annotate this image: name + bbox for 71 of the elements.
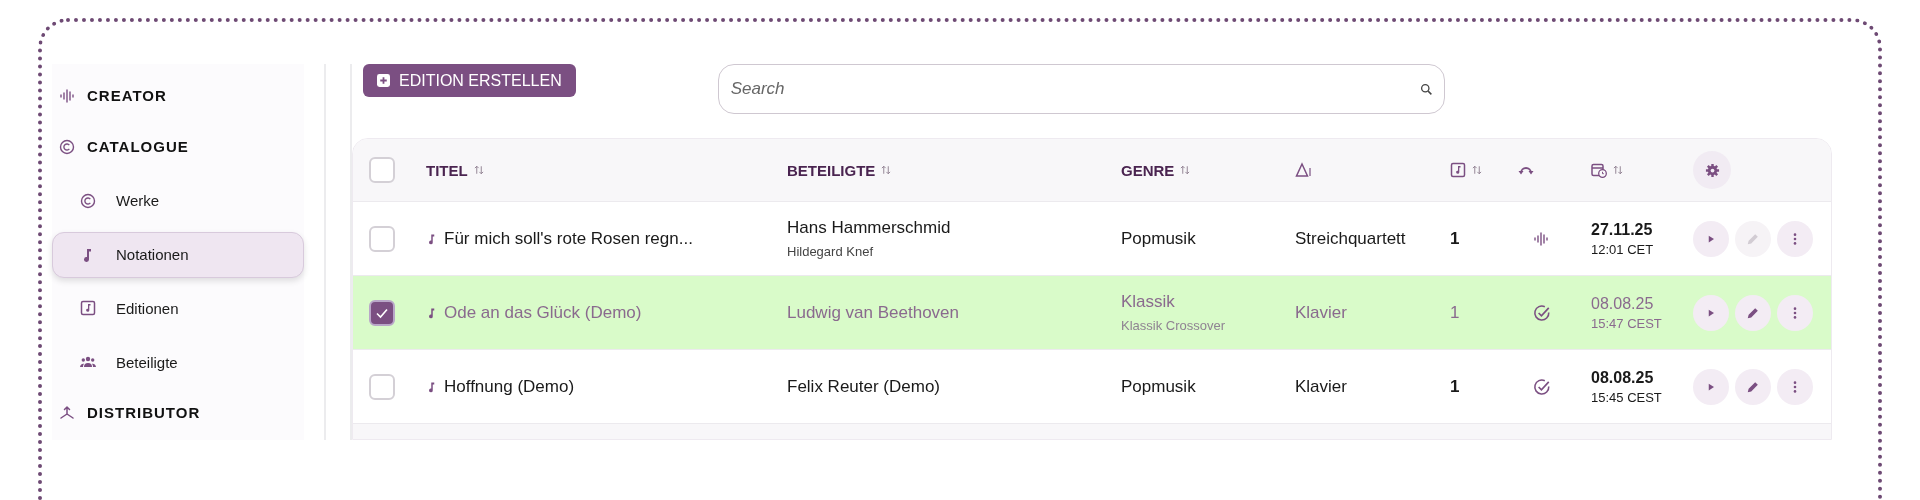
pencil-icon [1746, 305, 1760, 320]
genre-cell-text: Popmusik [1121, 228, 1197, 249]
section-heading: DISTRIBUTOR [87, 404, 201, 421]
more-button[interactable] [1777, 294, 1813, 331]
sidebar-item[interactable]: Notationen [52, 231, 304, 278]
genre-cell-text: Popmusik [1121, 376, 1197, 397]
table-row[interactable]: Ode an das Glück (Demo) Ludwig van Beethoven Klassik Klassik Crossover Klavier 1 08.08.25 15:47 CEST [353, 276, 1831, 350]
copyright-icon [59, 138, 75, 155]
participant-cell-text: Ludwig van Beethoven [787, 302, 961, 323]
pencil-icon [1746, 379, 1760, 394]
waveform-icon [59, 87, 75, 104]
waveform-icon [1533, 230, 1549, 247]
triangle-icon [1295, 162, 1311, 178]
edit-button[interactable] [1735, 368, 1771, 405]
participant-cell-text: Hans Hammerschmid [787, 218, 952, 238]
edition-icon [1450, 162, 1466, 178]
more-button[interactable] [1777, 368, 1813, 405]
title-cell: Hoffnung (Demo) [444, 376, 575, 397]
column-header[interactable]: GENRE [1121, 161, 1175, 179]
branch-icon [59, 404, 75, 421]
participant-subtext: Hildegard Knef [787, 244, 874, 259]
section-heading: CATALOGUE [87, 138, 189, 155]
play-button[interactable] [1693, 294, 1729, 331]
instrumentation-cell: Klavier [1295, 302, 1347, 322]
instrumentation-cell: Streichquartett [1295, 228, 1406, 248]
create-edition-button[interactable]: EDITION ERSTELLEN [363, 64, 576, 97]
sort-icon[interactable] [1471, 164, 1483, 176]
plus-icon [377, 74, 390, 87]
pencil-icon [1746, 231, 1760, 246]
calendar-clock-icon [1591, 162, 1607, 178]
settings-icon [1704, 162, 1720, 178]
title-cell: Ode an das Glück (Demo) [444, 302, 642, 323]
time-text: 15:47 CEST [1591, 315, 1663, 331]
row-checkbox[interactable] [369, 373, 395, 400]
sort-icon[interactable] [880, 164, 893, 176]
column-header[interactable]: TITEL [426, 161, 468, 179]
select-all-checkbox[interactable] [369, 157, 395, 183]
edit-button[interactable] [1735, 294, 1771, 331]
check-circle-icon [1533, 303, 1551, 322]
time-text: 12:01 CET [1591, 241, 1655, 257]
count-cell: 1 [1450, 376, 1460, 396]
settings-button[interactable] [1693, 151, 1731, 189]
sidebar-item[interactable]: Werke [52, 178, 304, 224]
edition-icon [80, 300, 96, 317]
date-cell-text: 08.08.25 [1591, 294, 1655, 313]
column-header[interactable]: BETEILIGTE [787, 161, 876, 179]
sort-icon[interactable] [472, 164, 485, 176]
count-cell: 1 [1450, 302, 1460, 322]
play-button[interactable] [1693, 368, 1729, 405]
instrumentation-cell: Klavier [1295, 376, 1347, 396]
count-cell: 1 [1450, 228, 1460, 248]
row-checkbox[interactable] [369, 225, 395, 252]
sort-icon[interactable] [1612, 164, 1624, 176]
search-icon [1419, 83, 1433, 96]
sidebar-item[interactable]: Beteiligte [52, 339, 304, 385]
subgenre-text: Klassik Crossover [1121, 318, 1227, 333]
participant-cell-text: Felix Reuter (Demo) [787, 376, 942, 397]
section-heading: CREATOR [87, 87, 167, 104]
genre-cell-text: Klassik [1121, 292, 1176, 312]
search-field[interactable]: Search [717, 64, 1445, 114]
sort-icon[interactable] [1179, 164, 1192, 176]
check-circle-icon [1533, 377, 1551, 396]
more-button[interactable] [1777, 220, 1813, 257]
sidebar-item[interactable]: Editionen [52, 285, 304, 332]
date-cell-text: 27.11.25 [1591, 220, 1654, 239]
play-button[interactable] [1693, 220, 1729, 257]
row-checkbox[interactable] [369, 299, 395, 326]
title-cell: Für mich soll's rote Rosen regn... [444, 228, 693, 249]
copyright-icon [80, 192, 96, 209]
time-text: 15:45 CEST [1591, 389, 1663, 405]
date-cell-text: 08.08.25 [1591, 368, 1655, 387]
